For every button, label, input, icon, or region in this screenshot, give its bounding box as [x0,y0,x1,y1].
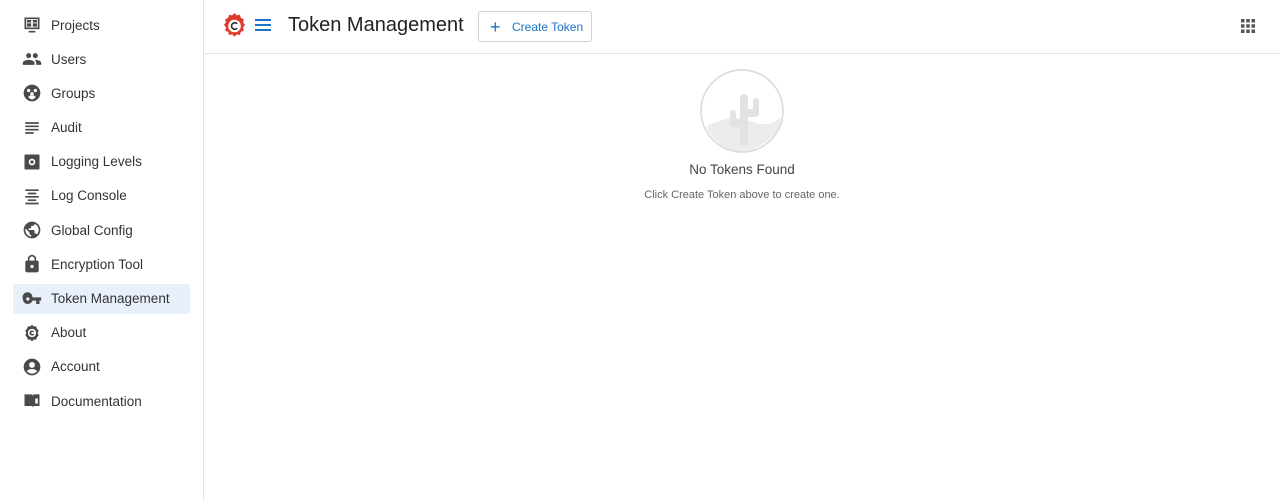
logging-levels-icon [22,152,42,172]
sidebar-item-encryption-tool[interactable]: Encryption Tool [13,249,190,279]
sidebar-item-token-management[interactable]: Token Management [13,283,190,314]
sidebar-item-label: Groups [51,85,96,101]
sidebar-item-label: Projects [51,17,100,33]
sidebar-item-label: Encryption Tool [51,256,144,272]
create-token-label: Create Token [512,19,584,34]
about-icon [22,323,42,343]
sidebar-item-audit[interactable]: Audit [13,113,190,143]
users-icon [22,49,42,69]
sidebar-item-logging-levels[interactable]: Logging Levels [13,147,190,177]
cactus-illustration [700,69,784,153]
apps-grid-icon[interactable] [1240,18,1256,34]
sidebar-item-label: Log Console [51,188,127,204]
audit-icon [22,118,42,138]
empty-state-subtitle: Click Create Token above to create one. [644,189,840,201]
sidebar-item-about[interactable]: About [13,318,190,348]
sidebar-item-label: Global Config [51,222,133,238]
sidebar-item-account[interactable]: Account [13,352,190,382]
menu-toggle-icon[interactable] [254,16,272,36]
create-token-button[interactable]: + Create Token [478,11,592,42]
globe-icon [22,220,42,240]
projects-icon [22,15,42,35]
sidebar-item-label: Account [51,359,100,375]
sidebar-item-label: About [51,325,87,341]
sidebar-item-label: Logging Levels [51,154,142,170]
sidebar-item-label: Token Management [51,291,170,306]
plus-icon: + [490,16,501,37]
sidebar-item-global-config[interactable]: Global Config [13,215,190,245]
sidebar-item-documentation[interactable]: Documentation [13,386,190,416]
groups-icon [22,83,42,103]
sidebar-item-log-console[interactable]: Log Console [13,181,190,211]
log-console-icon [22,186,42,206]
lock-icon [22,254,42,274]
sidebar-item-projects[interactable]: Projects [13,10,190,40]
app-logo-icon[interactable] [222,11,247,41]
documentation-icon [22,391,42,411]
top-bar: Token Management + Create Token [204,0,1280,54]
sidebar-item-label: Documentation [51,393,142,409]
key-icon [22,289,42,309]
sidebar: Projects Users Groups Audit Logging Leve… [0,0,204,500]
sidebar-item-groups[interactable]: Groups [13,78,190,108]
account-icon [22,357,42,377]
sidebar-item-label: Users [51,51,87,67]
sidebar-item-users[interactable]: Users [13,44,190,74]
empty-state-title: No Tokens Found [689,162,795,177]
sidebar-item-label: Audit [51,120,82,136]
page-title: Token Management [288,14,464,36]
